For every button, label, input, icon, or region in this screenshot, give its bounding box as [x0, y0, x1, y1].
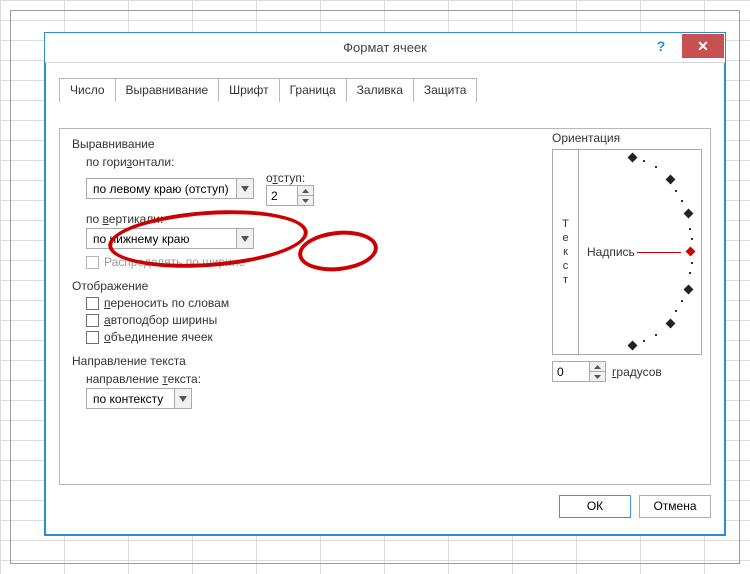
vertical-combo[interactable]: по нижнему краю [86, 228, 254, 249]
textdir-value: по контексту [87, 392, 174, 406]
chevron-up-icon[interactable] [298, 186, 313, 195]
chevron-down-icon[interactable] [298, 195, 313, 205]
chevron-up-icon[interactable] [590, 362, 605, 371]
orientation-nadpis: Надпись [587, 245, 635, 259]
chevron-down-icon[interactable] [174, 389, 191, 408]
window-title: Формат ячеек [45, 40, 725, 55]
textdir-combo[interactable]: по контексту [86, 388, 192, 409]
tab-число[interactable]: Число [59, 78, 116, 102]
chevron-down-icon[interactable] [590, 371, 605, 381]
chevron-down-icon[interactable] [236, 229, 253, 248]
tab-выравнивание[interactable]: Выравнивание [115, 78, 220, 102]
indent-spinner[interactable] [266, 185, 314, 206]
degrees-label: градусов [612, 365, 662, 379]
help-button[interactable]: ? [640, 34, 682, 58]
vertical-text-button[interactable]: Текст [553, 150, 579, 354]
format-cells-dialog: Формат ячеек ? ✕ ЧислоВыравниваниеШрифтГ… [44, 32, 726, 536]
tab-защита[interactable]: Защита [413, 78, 478, 102]
horizontal-combo[interactable]: по левому краю (отступ) [86, 178, 254, 199]
indent-value[interactable] [267, 186, 297, 205]
group-orientation: Ориентация [552, 131, 702, 145]
orientation-widget[interactable]: Текст Надпись [552, 149, 702, 355]
chevron-down-icon[interactable] [236, 179, 253, 198]
cancel-button[interactable]: Отмена [639, 495, 711, 518]
degrees-value[interactable] [553, 362, 589, 381]
angle-dial[interactable]: Надпись [579, 150, 701, 354]
degrees-spinner[interactable] [552, 361, 606, 382]
ok-button[interactable]: ОК [559, 495, 631, 518]
orientation-pointer [637, 252, 681, 253]
titlebar[interactable]: Формат ячеек ? ✕ [45, 33, 725, 63]
tab-заливка[interactable]: Заливка [346, 78, 414, 102]
tab-шрифт[interactable]: Шрифт [218, 78, 279, 102]
indent-label: отступ: [266, 171, 314, 185]
vertical-value: по нижнему краю [87, 232, 236, 246]
close-button[interactable]: ✕ [682, 34, 724, 58]
horizontal-value: по левому краю (отступ) [87, 182, 236, 196]
tab-граница[interactable]: Граница [279, 78, 347, 102]
